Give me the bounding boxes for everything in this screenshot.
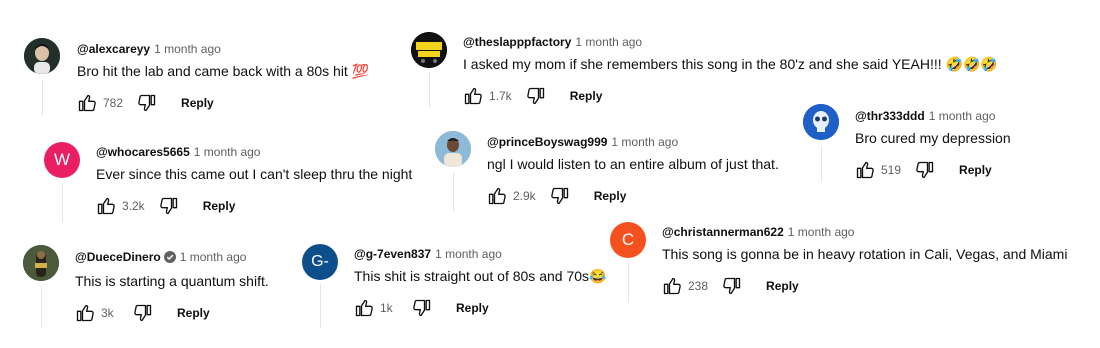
avatar[interactable] [24, 38, 60, 74]
reply-button[interactable]: Reply [570, 89, 603, 103]
thumb-down-icon[interactable] [722, 276, 742, 296]
thumb-up-icon[interactable] [96, 196, 116, 216]
thumb-up-icon[interactable] [75, 303, 95, 323]
comment-author[interactable]: @thr333ddd [855, 109, 925, 123]
thumb-down-icon[interactable] [159, 196, 179, 216]
thumb-down-icon[interactable] [137, 93, 157, 113]
thread-line [320, 284, 321, 328]
like-count: 1k [380, 301, 393, 315]
comment-author[interactable]: @g-7even837 [354, 247, 431, 261]
reply-button[interactable]: Reply [456, 301, 489, 315]
comment-time[interactable]: 1 month ago [929, 109, 996, 123]
avatar-letter: G- [311, 253, 329, 270]
like-count: 238 [688, 279, 709, 293]
thumb-up-icon[interactable] [77, 93, 97, 113]
comment-text: This shit is straight out of 80s and 70s… [354, 268, 607, 284]
like-count: 2.9k [513, 189, 536, 203]
avatar[interactable] [411, 32, 447, 68]
thread-line [62, 182, 63, 222]
like-count: 1.7k [489, 89, 512, 103]
thumb-down-icon[interactable] [526, 86, 546, 106]
comment-author[interactable]: @christannerman622 [662, 225, 784, 239]
thumb-up-icon[interactable] [855, 160, 875, 180]
avatar-letter: W [53, 150, 71, 169]
comment-text: This song is gonna be in heavy rotation … [662, 246, 1068, 262]
comment-time[interactable]: 1 month ago [788, 225, 855, 239]
comment-time[interactable]: 1 month ago [154, 42, 221, 56]
comment-author[interactable]: @whocares5665 [96, 145, 190, 159]
reply-button[interactable]: Reply [766, 279, 799, 293]
reply-button[interactable]: Reply [177, 306, 210, 320]
comment-time[interactable]: 1 month ago [575, 35, 642, 49]
like-count: 519 [881, 163, 902, 177]
reply-button[interactable]: Reply [203, 199, 236, 213]
avatar[interactable]: G- [302, 244, 338, 280]
comment-author[interactable]: @princeBoyswag999 [487, 135, 607, 149]
avatar-letter: C [621, 230, 635, 249]
comment-text: Bro hit the lab and came back with a 80s… [77, 63, 370, 79]
thumb-down-icon[interactable] [550, 186, 570, 206]
reply-button[interactable]: Reply [959, 163, 992, 177]
avatar[interactable] [23, 245, 59, 281]
comment-text: Bro cured my depression [855, 130, 1011, 146]
thread-line [453, 172, 454, 212]
thumb-down-icon[interactable] [915, 160, 935, 180]
thread-line [628, 262, 629, 302]
avatar[interactable]: C [610, 222, 646, 258]
comment-text: Ever since this came out I can't sleep t… [96, 166, 413, 182]
thread-line [821, 146, 822, 182]
like-count: 782 [103, 96, 124, 110]
avatar[interactable] [803, 104, 839, 140]
thread-line [41, 286, 42, 328]
comment-time[interactable]: 1 month ago [180, 250, 247, 264]
verified-check-icon [163, 251, 176, 267]
like-count: 3k [101, 306, 114, 320]
comment-time[interactable]: 1 month ago [194, 145, 261, 159]
comment-text: This is starting a quantum shift. [75, 273, 269, 289]
thread-line [42, 80, 43, 116]
avatar[interactable] [435, 131, 471, 167]
avatar[interactable]: W [44, 142, 80, 178]
comment-time[interactable]: 1 month ago [611, 135, 678, 149]
reply-button[interactable]: Reply [594, 189, 627, 203]
thumb-up-icon[interactable] [463, 86, 483, 106]
thumb-up-icon[interactable] [487, 186, 507, 206]
thumb-down-icon[interactable] [133, 303, 153, 323]
thumb-down-icon[interactable] [412, 298, 432, 318]
comment-text: ngl I would listen to an entire album of… [487, 156, 779, 172]
thumb-up-icon[interactable] [662, 276, 682, 296]
thumb-up-icon[interactable] [354, 298, 374, 318]
reply-button[interactable]: Reply [181, 96, 214, 110]
comment-author[interactable]: @DueceDinero [75, 250, 161, 264]
thread-line [429, 72, 430, 108]
comment-author[interactable]: @theslapppfactory [463, 35, 571, 49]
comment-text: I asked my mom if she remembers this son… [463, 56, 998, 72]
comment-author[interactable]: @alexcareyy [77, 42, 150, 56]
comment-time[interactable]: 1 month ago [435, 247, 502, 261]
like-count: 3.2k [122, 199, 145, 213]
